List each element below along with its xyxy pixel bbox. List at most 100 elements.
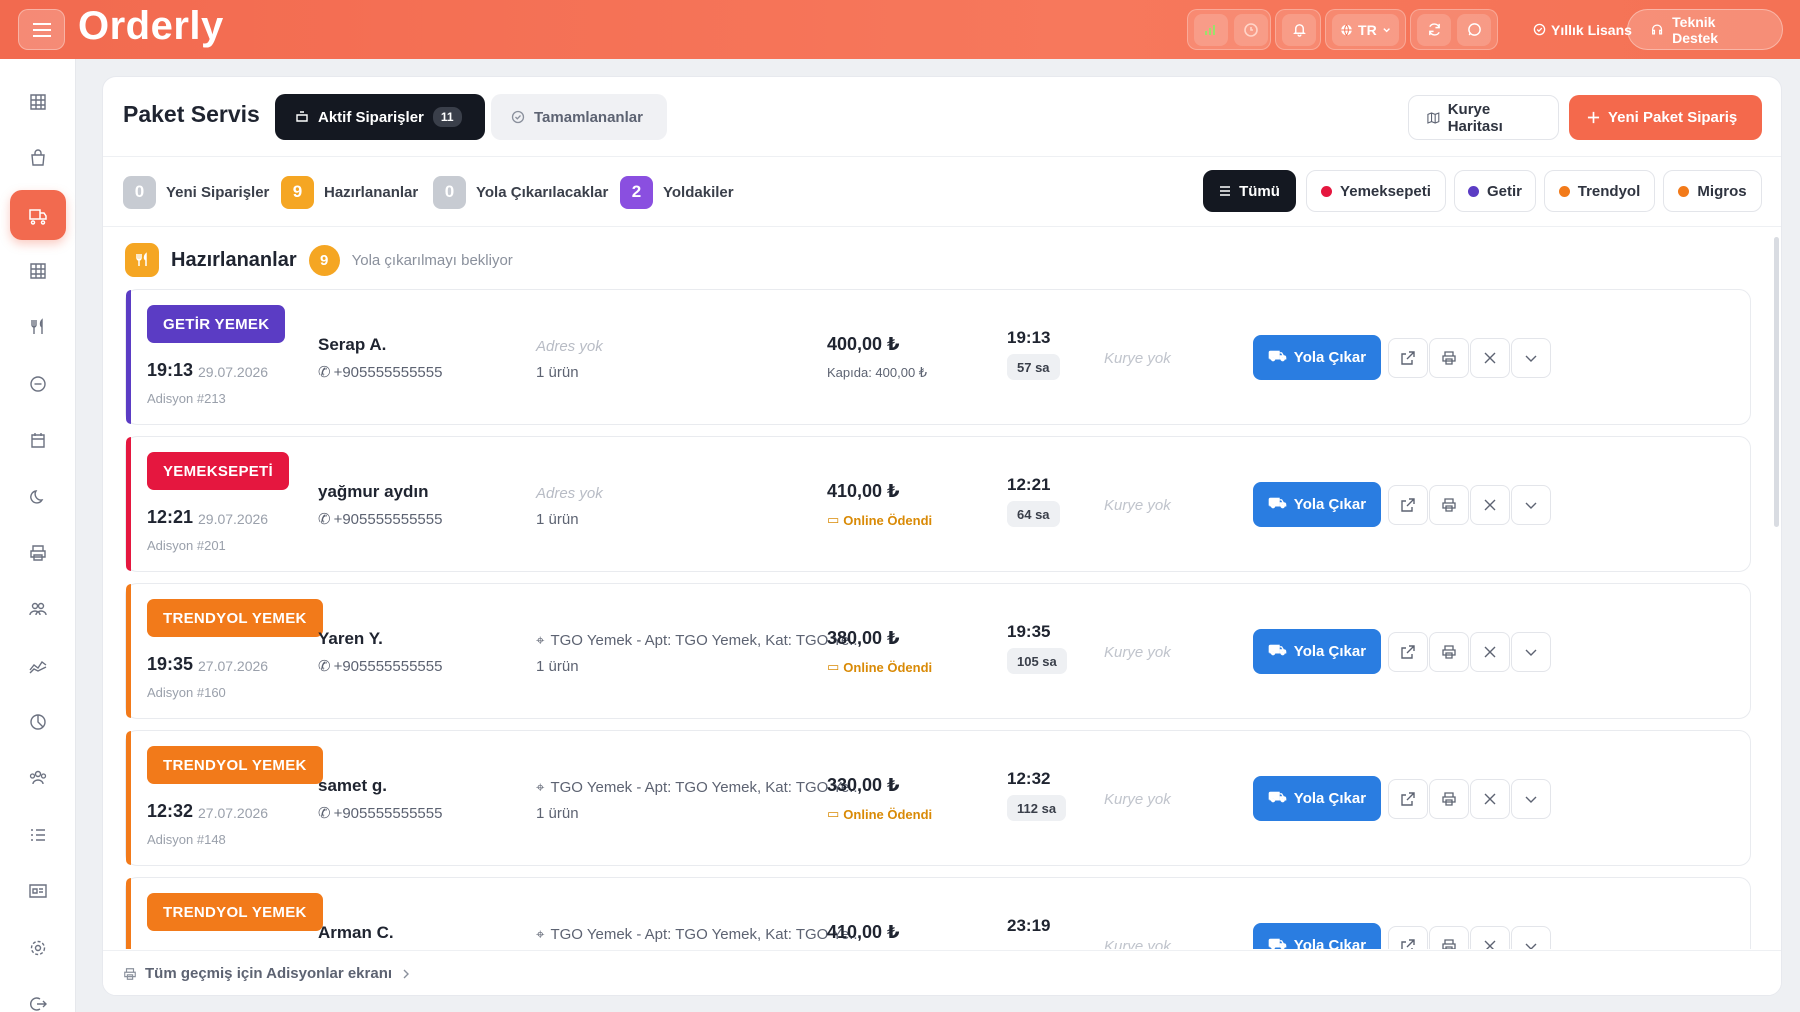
sidebar-item-list[interactable]: [10, 810, 66, 860]
tab-completed[interactable]: Tamamlananlar: [491, 94, 667, 140]
cancel-order-button[interactable]: [1470, 632, 1510, 672]
elapsed-duration: 57 sa: [1007, 354, 1060, 380]
notifications-button[interactable]: [1282, 13, 1316, 46]
cancel-order-button[interactable]: [1470, 926, 1510, 949]
expand-button[interactable]: [1511, 338, 1551, 378]
customer-phone[interactable]: ✆ +905555555555: [318, 804, 442, 823]
printer-icon: [1442, 939, 1456, 949]
print-button[interactable]: [1429, 926, 1469, 949]
truck-icon: ⛟: [1267, 348, 1287, 365]
open-external-button[interactable]: [1388, 632, 1428, 672]
panel-header: Paket Servis Aktif Siparişler 11 Tamamla…: [103, 77, 1781, 157]
sidebar-item-delivery[interactable]: [10, 190, 66, 240]
customer-name: samet g.: [318, 776, 387, 795]
print-button[interactable]: [1429, 779, 1469, 819]
refresh-button[interactable]: [1417, 13, 1451, 46]
sidebar-item-dashboard[interactable]: [10, 77, 66, 127]
open-external-button[interactable]: [1388, 338, 1428, 378]
stat-preparing[interactable]: 9 Hazırlananlar: [281, 175, 418, 209]
sidebar-item-logout[interactable]: [10, 979, 66, 1012]
order-card[interactable]: YEMEKSEPETİ 12:21 29.07.2026 Adisyon #20…: [125, 436, 1751, 572]
order-card[interactable]: TRENDYOL YEMEK 19:35 27.07.2026 Adisyon …: [125, 583, 1751, 719]
sidebar-item-accounts[interactable]: [10, 866, 66, 916]
filter-yemeksepeti[interactable]: Yemeksepeti: [1306, 170, 1446, 212]
scrollbar-thumb[interactable]: [1774, 237, 1779, 527]
sidebar-item-printers[interactable]: [10, 528, 66, 578]
print-button[interactable]: [1429, 338, 1469, 378]
calendar-icon: [31, 433, 45, 448]
cancel-order-button[interactable]: [1470, 485, 1510, 525]
dispatch-button[interactable]: ⛟ Yola Çıkar: [1253, 776, 1381, 821]
customer-phone[interactable]: ✆ +905555555555: [318, 363, 442, 382]
connection-button[interactable]: [1194, 13, 1228, 46]
stat-on-the-way[interactable]: 2 Yoldakiler: [620, 175, 734, 209]
filter-all[interactable]: Tümü: [1203, 170, 1296, 212]
filter-trendyol[interactable]: Trendyol: [1544, 170, 1655, 212]
filter-getir[interactable]: Getir: [1454, 170, 1536, 212]
order-card[interactable]: TRENDYOL YEMEK 12:32 27.07.2026 Adisyon …: [125, 730, 1751, 866]
orders-list: GETİR YEMEK 19:13 29.07.2026 Adisyon #21…: [125, 289, 1753, 949]
cancel-order-button[interactable]: [1470, 779, 1510, 819]
order-time: 19:13: [147, 360, 194, 380]
stat-ready-to-dispatch[interactable]: 0 Yola Çıkarılacaklar: [433, 175, 608, 209]
stat-label: Hazırlananlar: [324, 183, 419, 201]
customer-phone[interactable]: ✆ +905555555555: [318, 510, 442, 529]
order-card[interactable]: GETİR YEMEK 19:13 29.07.2026 Adisyon #21…: [125, 289, 1751, 425]
sidebar-item-end-of-day[interactable]: [10, 472, 66, 522]
sidebar-item-staff[interactable]: [10, 753, 66, 803]
sidebar-item-settings[interactable]: [10, 923, 66, 973]
expand-button[interactable]: [1511, 485, 1551, 525]
expand-button[interactable]: [1511, 926, 1551, 949]
expand-button[interactable]: [1511, 779, 1551, 819]
order-card[interactable]: TRENDYOL YEMEK Arman C. ⌖ TGO Yemek - Apt…: [125, 877, 1751, 949]
whatsapp-button[interactable]: [1457, 13, 1491, 46]
elapsed-duration: 105 sa: [1007, 648, 1067, 674]
menu-button[interactable]: [18, 9, 65, 50]
phone-icon: ✆: [318, 511, 331, 528]
sidebar-item-analytics[interactable]: [10, 697, 66, 747]
payment-status: Kapıda: 400,00 ₺: [827, 365, 928, 380]
platform-stripe: [126, 437, 131, 571]
clock-icon: [1244, 22, 1258, 37]
team-icon: [29, 770, 47, 785]
dispatch-button[interactable]: ⛟ Yola Çıkar: [1253, 335, 1381, 380]
printer-icon: [1442, 498, 1456, 512]
section-title: Hazırlananlar: [171, 248, 297, 271]
filter-migros[interactable]: Migros: [1663, 170, 1762, 212]
license-link[interactable]: Yıllık Lisans: [1533, 9, 1632, 50]
refresh-icon: [1428, 23, 1440, 36]
dispatch-button[interactable]: ⛟ Yola Çıkar: [1253, 629, 1381, 674]
sidebar-item-orders[interactable]: [10, 133, 66, 183]
settings-icon: [30, 940, 46, 956]
sidebar-item-reservations[interactable]: [10, 415, 66, 465]
filter-label: Yemeksepeti: [1340, 182, 1431, 200]
check-circle-icon: [1533, 23, 1546, 36]
customer-phone[interactable]: ✆ +905555555555: [318, 657, 442, 676]
sidebar-item-reports[interactable]: [10, 641, 66, 691]
sidebar-item-tables[interactable]: [10, 246, 66, 296]
sync-status-button[interactable]: [1234, 13, 1268, 46]
support-button[interactable]: Teknik Destek: [1627, 9, 1783, 50]
order-total: 410,00 ₺: [827, 481, 900, 501]
open-external-button[interactable]: [1388, 485, 1428, 525]
sidebar-item-expenses[interactable]: [10, 359, 66, 409]
address-text: TGO Yemek - Apt: TGO Yemek, Kat: TGO Ye.…: [550, 779, 862, 796]
sidebar-item-customers[interactable]: [10, 584, 66, 634]
courier-map-button[interactable]: Kurye Haritası: [1408, 95, 1559, 140]
estimated-time: 23:19: [1007, 916, 1051, 935]
tab-active-orders[interactable]: Aktif Siparişler 11: [275, 94, 485, 140]
expand-button[interactable]: [1511, 632, 1551, 672]
print-button[interactable]: [1429, 632, 1469, 672]
history-link[interactable]: Tüm geçmiş için Adisyonlar ekranı: [103, 950, 1781, 995]
credit-card-icon: ▭: [827, 806, 840, 821]
cancel-order-button[interactable]: [1470, 338, 1510, 378]
dispatch-button[interactable]: ⛟ Yola Çıkar: [1253, 923, 1381, 949]
sidebar-item-menu[interactable]: [10, 302, 66, 352]
open-external-button[interactable]: [1388, 779, 1428, 819]
print-button[interactable]: [1429, 485, 1469, 525]
language-select[interactable]: TR: [1332, 13, 1399, 46]
dispatch-button[interactable]: ⛟ Yola Çıkar: [1253, 482, 1381, 527]
new-delivery-order-button[interactable]: Yeni Paket Sipariş: [1569, 95, 1762, 140]
stat-new-orders[interactable]: 0 Yeni Siparişler: [123, 175, 269, 209]
open-external-button[interactable]: [1388, 926, 1428, 949]
